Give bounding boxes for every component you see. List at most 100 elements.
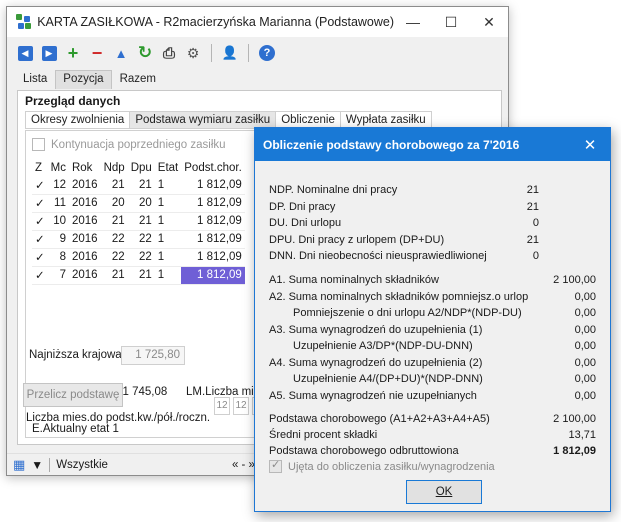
- print-icon[interactable]: ⎙: [159, 43, 179, 63]
- ujeta-checkbox[interactable]: [269, 458, 282, 473]
- row-mark[interactable]: ✓: [32, 266, 48, 285]
- col-ndp[interactable]: Ndp: [101, 159, 128, 176]
- toolbar: ◀ ▶ + − ▲ ↻ ⎙ ⚙ 👤 ?: [7, 39, 508, 67]
- section-title: Przegląd danych: [25, 94, 121, 108]
- label-dp: DP. Dni pracy: [269, 201, 336, 213]
- value-sredni-procent: 13,71: [568, 429, 596, 441]
- table-row-selected[interactable]: ✓ 7 2016 21 21 1 1 812,09: [32, 266, 245, 285]
- tab-razem[interactable]: Razem: [112, 70, 164, 89]
- najnizsza-label: Najniższa krajowa: [29, 349, 122, 361]
- cell-rok: 2016: [68, 176, 101, 195]
- grid-icon[interactable]: ▦: [13, 457, 25, 473]
- table-row[interactable]: ✓ 8 2016 22 22 1 1 812,09: [32, 248, 245, 267]
- dialog-title-bar[interactable]: Obliczenie podstawy chorobowego za 7'201…: [255, 128, 610, 161]
- cell-mc: 9: [47, 230, 69, 249]
- tab-okresy[interactable]: Okresy zwolnienia: [25, 111, 131, 129]
- col-rok[interactable]: Rok: [69, 159, 101, 176]
- minimize-button[interactable]: —: [394, 14, 432, 30]
- label-a1: A1. Suma nominalnych składników: [269, 274, 439, 286]
- cell-dpu: 22: [127, 230, 155, 249]
- cell-etat: 1: [154, 194, 182, 213]
- liczba-mies-kw[interactable]: 12: [214, 397, 230, 415]
- ok-button[interactable]: OK: [406, 480, 482, 504]
- tab-pozycja[interactable]: Pozycja: [55, 70, 112, 89]
- dialog-close-button[interactable]: ✕: [570, 136, 610, 154]
- cell-rok: 2016: [68, 212, 101, 231]
- label-ndp: NDP. Nominalne dni pracy: [269, 184, 398, 196]
- status-separator: [49, 457, 51, 472]
- title-bar[interactable]: KARTA ZASIŁKOWA - R2macierzyńska Mariann…: [7, 7, 508, 37]
- col-dpu[interactable]: Dpu: [128, 159, 155, 176]
- close-button[interactable]: ✕: [470, 14, 508, 31]
- label-a4: A4. Suma wynagrodzeń do uzupełnienia (2): [269, 357, 483, 369]
- value-a1: 2 100,00: [553, 274, 596, 286]
- value-a4: 0,00: [574, 357, 596, 369]
- table-row[interactable]: ✓ 10 2016 21 21 1 1 812,09: [32, 212, 245, 231]
- maximize-button[interactable]: ☐: [432, 14, 470, 31]
- label-a4-uzupelnienie: Uzupełnienie A4/(DP+DU)*(NDP-DNN): [293, 373, 483, 385]
- row-mark[interactable]: ✓: [32, 230, 48, 249]
- label-a3: A3. Suma wynagrodzeń do uzupełnienia (1): [269, 324, 483, 336]
- label-du: DU. Dni urlopu: [269, 217, 342, 229]
- main-tabs: Lista Pozycja Razem: [15, 70, 164, 89]
- nav-arrows[interactable]: « - »: [232, 459, 255, 471]
- cell-podst-selected[interactable]: 1 812,09: [181, 266, 245, 285]
- value-a4-uzupelnienie: 0,00: [574, 373, 596, 385]
- col-podst[interactable]: Podst.chor.: [181, 159, 245, 176]
- value-dp: 21: [526, 201, 539, 213]
- recalc-button[interactable]: Przelicz podstawę: [23, 383, 123, 407]
- cell-ndp: 20: [100, 194, 128, 213]
- tab-lista[interactable]: Lista: [15, 70, 55, 89]
- table-row[interactable]: ✓ 12 2016 21 21 1 1 812,09: [32, 176, 245, 195]
- prev-icon[interactable]: ◀: [15, 43, 35, 63]
- cell-dpu: 21: [127, 212, 155, 231]
- col-mc[interactable]: Mc: [48, 159, 69, 176]
- continuation-checkbox-row[interactable]: Kontynuacja poprzedniego zasiłku: [32, 138, 226, 151]
- cell-rok: 2016: [68, 194, 101, 213]
- row-mark[interactable]: ✓: [32, 248, 48, 267]
- liczba-mies-pol[interactable]: 12: [233, 397, 249, 415]
- table-row[interactable]: ✓ 11 2016 20 20 1 1 812,09: [32, 194, 245, 213]
- ujeta-checkbox-row[interactable]: Ujęta do obliczenia zasiłku/wynagrodzeni…: [269, 458, 495, 473]
- value-a2-pomniejszenie: 0,00: [574, 307, 596, 319]
- col-z[interactable]: Z: [32, 159, 48, 176]
- label-a2-pomniejszenie: Pomniejszenie o dni urlopu A2/NDP*(NDP-D…: [293, 307, 522, 319]
- cell-ndp: 21: [100, 176, 128, 195]
- grid-header: Z Mc Rok Ndp Dpu Etat Podst.chor.: [32, 159, 245, 176]
- warning-icon[interactable]: ▲: [111, 43, 131, 63]
- value-a5: 0,00: [574, 390, 596, 402]
- table-row[interactable]: ✓ 9 2016 22 22 1 1 812,09: [32, 230, 245, 249]
- refresh-icon[interactable]: ↻: [135, 43, 155, 63]
- cell-podst: 1 812,09: [181, 194, 245, 213]
- cell-podst: 1 812,09: [181, 176, 245, 195]
- label-sredni-procent: Średni procent składki: [269, 429, 378, 441]
- cell-podst: 1 812,09: [181, 248, 245, 267]
- continuation-checkbox[interactable]: [32, 138, 45, 151]
- toolbar-separator: [211, 44, 212, 62]
- dialog-title: Obliczenie podstawy chorobowego za 7'201…: [263, 137, 520, 152]
- next-icon[interactable]: ▶: [39, 43, 59, 63]
- label-a3-uzupelnienie: Uzupełnienie A3/DP*(NDP-DU-DNN): [293, 340, 473, 352]
- settings-icon[interactable]: ⚙: [183, 43, 203, 63]
- continuation-label: Kontynuacja poprzedniego zasiłku: [51, 138, 226, 151]
- cell-ndp: 21: [100, 266, 128, 285]
- row-mark[interactable]: ✓: [32, 212, 48, 231]
- cell-etat: 1: [154, 230, 182, 249]
- cell-etat: 1: [154, 212, 182, 231]
- help-icon[interactable]: ?: [257, 43, 277, 63]
- cell-mc: 10: [47, 212, 69, 231]
- user-icon[interactable]: 👤: [220, 43, 240, 63]
- add-icon[interactable]: +: [63, 43, 83, 63]
- filter-icon[interactable]: ▼: [31, 458, 43, 472]
- najnizsza-input[interactable]: 1 725,80: [121, 346, 185, 365]
- label-a5: A5. Suma wynagrodzeń nie uzupełnianych: [269, 390, 477, 402]
- label-a2: A2. Suma nominalnych składników pomniejs…: [269, 291, 529, 303]
- delete-icon[interactable]: −: [87, 43, 107, 63]
- cell-rok: 2016: [68, 248, 101, 267]
- row-mark[interactable]: ✓: [32, 194, 48, 213]
- label-podstawa: Podstawa chorobowego (A1+A2+A3+A4+A5): [269, 413, 490, 425]
- cell-podst: 1 812,09: [181, 230, 245, 249]
- col-etat[interactable]: Etat: [155, 159, 181, 176]
- row-mark[interactable]: ✓: [32, 176, 48, 195]
- cell-rok: 2016: [68, 266, 101, 285]
